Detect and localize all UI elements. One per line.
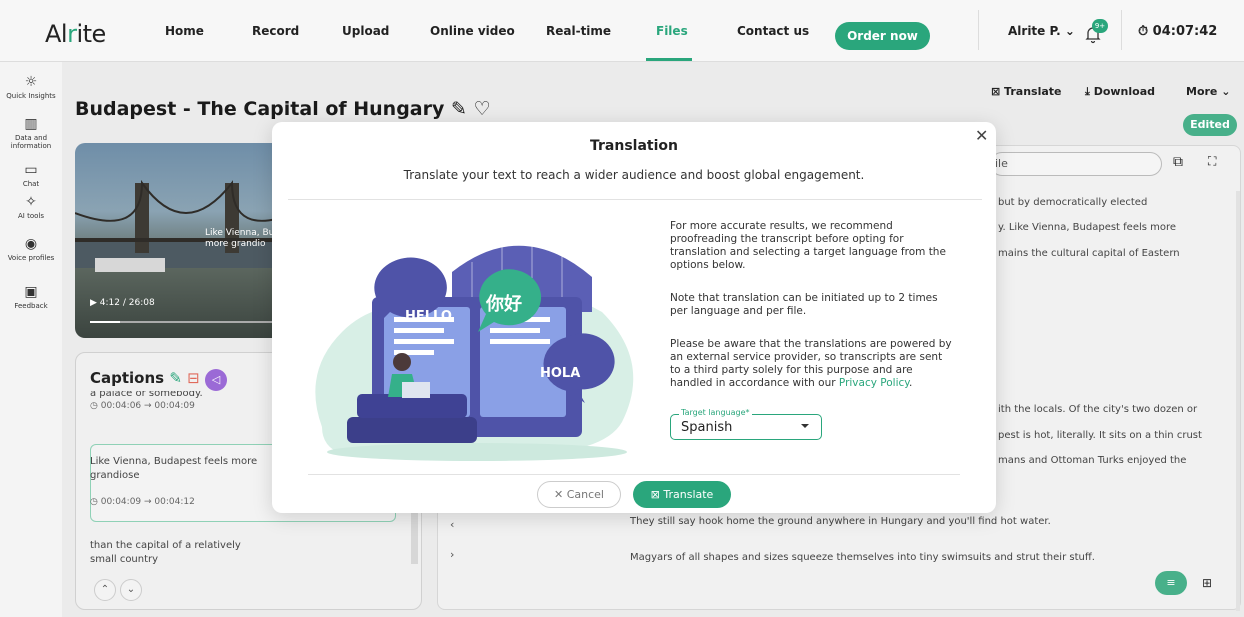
transcript-line: y. Like Vienna, Budapest feels more xyxy=(998,222,1177,233)
heart-icon[interactable]: ♡ xyxy=(474,98,491,120)
stopwatch-icon: ⏱ xyxy=(1138,24,1153,39)
download-icon: ⤓ xyxy=(1085,85,1094,98)
chevron-down-icon xyxy=(801,424,809,428)
video-time: ▶ 4:12 / 26:08 xyxy=(90,298,155,308)
video-player[interactable]: Like Vienna, Budap more grandio ▶ 4:12 / … xyxy=(75,143,295,338)
translate-button[interactable]: ⊠ Translate xyxy=(633,481,731,508)
sidebar-item-voice-profiles[interactable]: ◉ Voice profiles xyxy=(0,236,62,262)
divider xyxy=(288,199,982,200)
next-button[interactable]: › xyxy=(450,548,454,561)
divider xyxy=(1121,10,1122,50)
copy-icon[interactable]: ⧉ xyxy=(1173,154,1183,170)
captions-icon[interactable]: ⊟ xyxy=(187,369,200,387)
caption-item-text: Like Vienna, Budapest feels more grandio… xyxy=(90,456,258,481)
nav-home[interactable]: Home xyxy=(165,24,204,38)
chart-icon: ▥ xyxy=(24,116,38,132)
translation-illustration: HELLO 你好 HOLA xyxy=(315,240,634,461)
nav-real-time[interactable]: Real-time xyxy=(546,24,611,38)
transcript-line: mans and Ottoman Turks enjoyed the xyxy=(998,455,1187,466)
sidebar-item-ai-tools[interactable]: ✧ AI tools xyxy=(0,194,62,220)
divider xyxy=(978,10,979,50)
notification-badge: 9+ xyxy=(1092,19,1108,33)
timer: ⏱ 04:07:42 xyxy=(1138,24,1218,39)
chat-icon: ▭ xyxy=(24,162,38,178)
sidebar-item-feedback[interactable]: ▣ Feedback xyxy=(0,284,62,310)
search-input[interactable]: ile xyxy=(990,152,1162,176)
hola-label: HOLA xyxy=(540,366,580,381)
prev-button[interactable]: ‹ xyxy=(450,518,454,531)
logo[interactable]: Alrite xyxy=(45,20,106,48)
nav-files[interactable]: Files xyxy=(656,24,688,38)
play-icon[interactable]: ▶ xyxy=(90,298,100,308)
translate-icon: ⊠ xyxy=(650,488,664,501)
nav-online-video[interactable]: Online video xyxy=(430,24,515,38)
info-paragraph-3: Please be aware that the translations ar… xyxy=(670,338,952,389)
close-icon: ✕ xyxy=(554,488,567,501)
captions-title: Captions ✎ ⊟ ◁ xyxy=(90,369,227,391)
caption-item[interactable]: than the capital of a relatively small c… xyxy=(90,539,260,567)
info-paragraph-1: For more accurate results, we recommend … xyxy=(670,220,946,271)
hello-label: HELLO xyxy=(405,309,452,324)
target-language-select[interactable]: Target language* Spanish xyxy=(670,408,822,440)
info-paragraph-2: Note that translation can be initiated u… xyxy=(670,292,938,317)
feedback-icon: ▣ xyxy=(24,284,38,300)
order-now-button[interactable]: Order now xyxy=(835,22,930,50)
transcript-line: but by democratically elected xyxy=(998,197,1148,208)
target-language-label: Target language* xyxy=(679,408,752,417)
transcript-line: ith the locals. Of the city's two dozen … xyxy=(998,404,1198,415)
voice-icon: ◉ xyxy=(24,236,38,252)
sidebar-item-data[interactable]: ▥ Data and information xyxy=(0,116,62,150)
caption-down-button[interactable]: ⌄ xyxy=(120,579,142,601)
transcript-line: mains the cultural capital of Eastern xyxy=(998,248,1180,259)
transcript-line: They still say hook home the ground anyw… xyxy=(630,516,1051,527)
download-button[interactable]: ⤓ Download xyxy=(1085,85,1155,99)
privacy-policy-link[interactable]: Privacy Policy xyxy=(839,377,909,389)
translate-tool-button[interactable]: ⊠ Translate xyxy=(991,85,1061,98)
more-menu[interactable]: More ⌄ xyxy=(1186,85,1230,98)
edited-badge: Edited xyxy=(1183,114,1237,136)
transcript-line: Magyars of all shapes and sizes squeeze … xyxy=(630,552,1095,563)
clock-icon: ◷ xyxy=(90,401,101,411)
nav-contact-us[interactable]: Contact us xyxy=(737,24,809,38)
divider xyxy=(308,474,960,475)
target-language-value: Spanish xyxy=(681,420,733,435)
translation-modal: ✕ Translation Translate your text to rea… xyxy=(272,122,996,513)
text-view-button[interactable]: ≡ xyxy=(1155,571,1187,595)
modal-subtitle: Translate your text to reach a wider aud… xyxy=(403,168,865,182)
clock-icon: ◷ xyxy=(90,497,101,507)
pencil-icon[interactable]: ✎ xyxy=(451,98,467,120)
nav-upload[interactable]: Upload xyxy=(342,24,389,38)
video-progress-fill xyxy=(90,321,121,323)
ai-icon: ✧ xyxy=(25,194,37,210)
modal-title: Translation xyxy=(590,138,678,154)
cancel-button[interactable]: ✕ Cancel xyxy=(537,481,621,508)
sidebar: ☼ Quick Insights ▥ Data and information ▭ C… xyxy=(0,62,62,617)
split-view-button[interactable]: ⊞ xyxy=(1195,571,1219,595)
video-progress[interactable] xyxy=(90,321,280,323)
user-menu[interactable]: Alrite P. ⌄ xyxy=(1008,24,1075,38)
expand-icon[interactable]: ⛶ xyxy=(1208,154,1216,169)
sidebar-item-chat[interactable]: ▭ Chat xyxy=(0,162,62,188)
audio-icon[interactable]: ◁ xyxy=(204,369,227,391)
scrollbar[interactable] xyxy=(1236,191,1240,611)
transcript-line: pest is hot, literally. It sits on a thi… xyxy=(998,430,1202,441)
sidebar-item-quick-insights[interactable]: ☼ Quick Insights xyxy=(0,74,62,100)
active-tab-indicator xyxy=(646,58,692,61)
bulb-icon: ☼ xyxy=(24,74,38,90)
nav-record[interactable]: Record xyxy=(252,24,299,38)
app: Alrite Home Record Upload Online video R… xyxy=(0,0,1244,617)
chinese-label: 你好 xyxy=(485,293,522,315)
caption-up-button[interactable]: ⌃ xyxy=(94,579,116,601)
translate-icon: ⊠ xyxy=(991,85,1005,98)
top-bar: Alrite Home Record Upload Online video R… xyxy=(0,0,1244,62)
pencil-icon[interactable]: ✎ xyxy=(169,369,182,387)
page-title: Budapest - The Capital of Hungary ✎ ♡ xyxy=(75,98,491,120)
